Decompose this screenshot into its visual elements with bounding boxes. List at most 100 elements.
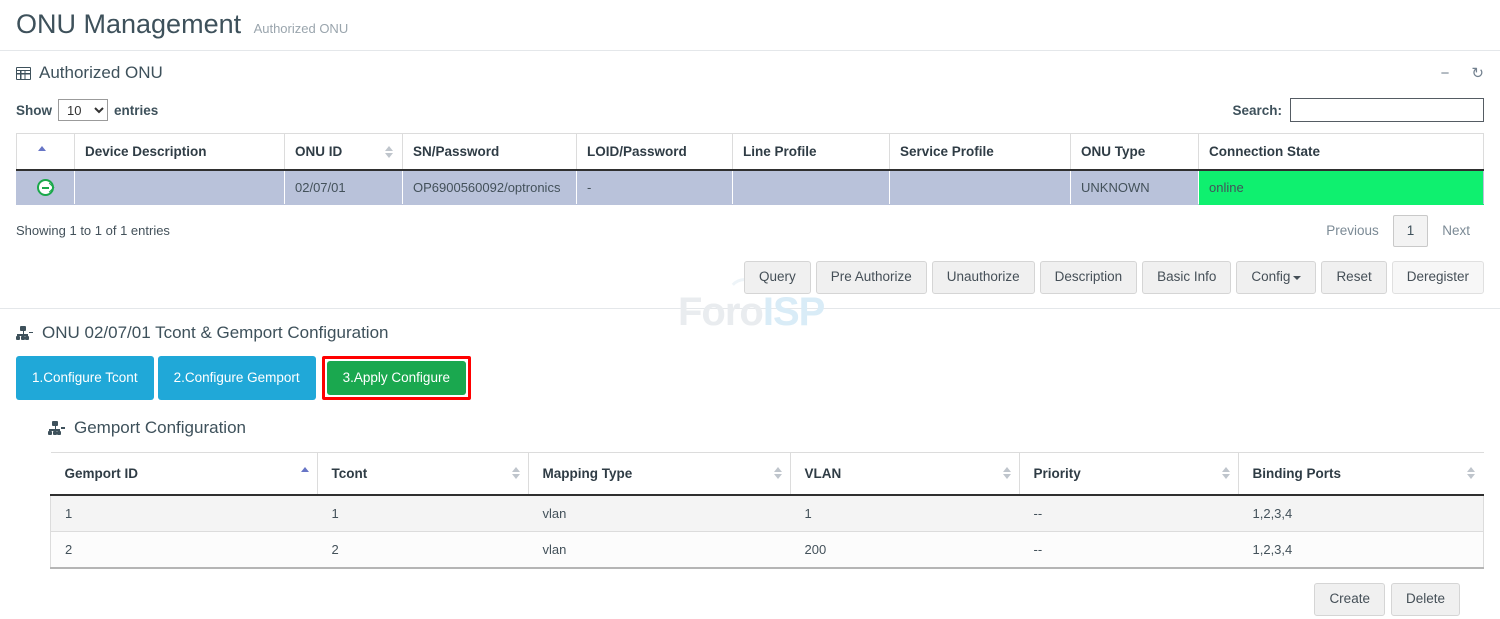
step-configure-tcont-button[interactable]: 1.Configure Tcont: [16, 356, 154, 400]
page-length-control: Show 102550100 entries: [16, 99, 158, 121]
gemport-table: Gemport ID Tcont Mapping Type VLAN Priority B…: [50, 452, 1484, 569]
delete-button-label: Delete: [1406, 591, 1445, 606]
gemport-cell-vlan: 200: [791, 531, 1020, 568]
cell-onu-id: 02/07/01: [285, 170, 403, 205]
datatable-info: Showing 1 to 1 of 1 entries: [16, 223, 170, 238]
panel-title: Authorized ONU: [16, 63, 163, 83]
gemport-row[interactable]: 22vlan200--1,2,3,4: [51, 531, 1484, 568]
basic-info-button-label: Basic Info: [1157, 269, 1216, 284]
deregister-button[interactable]: Deregister: [1392, 261, 1484, 294]
table-head: Device Description ONU ID SN/Password LO…: [17, 134, 1484, 170]
unauthorize-button[interactable]: Unauthorize: [932, 261, 1035, 294]
th-device-description-label: Device Description: [85, 144, 207, 159]
th-onu-type-label: ONU Type: [1081, 144, 1145, 159]
step-apply-configure-button[interactable]: 3.Apply Configure: [327, 361, 466, 395]
th-device-description[interactable]: Device Description: [75, 134, 285, 170]
sort-asc-icon: [38, 145, 46, 159]
gemport-table-body: 11vlan1--1,2,3,422vlan200--1,2,3,4: [51, 495, 1484, 568]
authorized-onu-table: Device Description ONU ID SN/Password LO…: [16, 133, 1484, 205]
gemport-cell-tcont: 2: [318, 531, 529, 568]
pre-authorize-button[interactable]: Pre Authorize: [816, 261, 927, 294]
panel-tools: − ↻: [1441, 66, 1484, 81]
config-button[interactable]: Config: [1236, 261, 1316, 294]
gemport-cell-tcont: 1: [318, 495, 529, 532]
create-button[interactable]: Create: [1314, 583, 1385, 616]
cell-expand[interactable]: [17, 170, 75, 205]
gemport-th-binding-ports[interactable]: Binding Ports: [1239, 453, 1484, 495]
refresh-icon[interactable]: ↻: [1471, 66, 1484, 81]
gemport-cell-mapping-type: vlan: [529, 531, 791, 568]
sort-both-icon: [385, 145, 393, 159]
table-grid-icon: [16, 67, 31, 80]
gemport-th-vlan[interactable]: VLAN: [791, 453, 1020, 495]
page-length-select[interactable]: 102550100: [58, 99, 108, 121]
gemport-card: Gemport Configuration Gemport ID Tcont Map…: [26, 418, 1484, 615]
th-connection-state-label: Connection State: [1209, 144, 1320, 159]
th-onu-id[interactable]: ONU ID: [285, 134, 403, 170]
page-subtitle: Authorized ONU: [254, 21, 349, 36]
gemport-card-title: Gemport Configuration: [74, 418, 246, 438]
entries-label: entries: [114, 103, 158, 118]
gemport-th-label: Tcont: [332, 466, 368, 481]
description-button[interactable]: Description: [1040, 261, 1138, 294]
tcont-section-header: ONU 02/07/01 Tcont & Gemport Configurati…: [0, 309, 1500, 343]
sort-both-icon: [1222, 466, 1230, 480]
th-line-profile[interactable]: Line Profile: [733, 134, 890, 170]
gemport-cell-binding-ports: 1,2,3,4: [1239, 495, 1484, 532]
th-line-profile-label: Line Profile: [743, 144, 817, 159]
sort-both-icon: [774, 466, 782, 480]
gemport-cell-gemport-id: 1: [51, 495, 318, 532]
gemport-cell-binding-ports: 1,2,3,4: [1239, 531, 1484, 568]
gemport-th-label: Binding Ports: [1253, 466, 1342, 481]
th-service-profile[interactable]: Service Profile: [890, 134, 1071, 170]
gemport-th-tcont[interactable]: Tcont: [318, 453, 529, 495]
pagination-page-1[interactable]: 1: [1393, 215, 1429, 247]
query-button-label: Query: [759, 269, 796, 284]
gemport-th-mapping-type[interactable]: Mapping Type: [529, 453, 791, 495]
description-button-label: Description: [1055, 269, 1123, 284]
pagination: Previous 1 Next: [1312, 215, 1484, 247]
pagination-previous[interactable]: Previous: [1312, 215, 1393, 247]
delete-button[interactable]: Delete: [1391, 583, 1460, 616]
table-row[interactable]: 02/07/01 OP6900560092/optronics - UNKNOW…: [17, 170, 1484, 205]
gemport-cell-vlan: 1: [791, 495, 1020, 532]
query-button[interactable]: Query: [744, 261, 811, 294]
cell-line-profile: [733, 170, 890, 205]
pagination-next[interactable]: Next: [1428, 215, 1484, 247]
sort-asc-icon: [301, 466, 309, 480]
basic-info-button[interactable]: Basic Info: [1142, 261, 1231, 294]
sitemap-icon: [48, 421, 65, 435]
deregister-button-label: Deregister: [1407, 269, 1469, 284]
search-label: Search:: [1232, 103, 1282, 118]
gemport-th-label: VLAN: [805, 466, 842, 481]
th-sn-password-label: SN/Password: [413, 144, 499, 159]
reset-button[interactable]: Reset: [1321, 261, 1386, 294]
apply-configure-highlight: 3.Apply Configure: [322, 356, 471, 400]
th-expand[interactable]: [17, 134, 75, 170]
gemport-th-gemport-id[interactable]: Gemport ID: [51, 453, 318, 495]
th-sn-password[interactable]: SN/Password: [403, 134, 577, 170]
search-input[interactable]: [1290, 98, 1484, 122]
th-onu-type[interactable]: ONU Type: [1071, 134, 1199, 170]
gemport-row[interactable]: 11vlan1--1,2,3,4: [51, 495, 1484, 532]
expand-plus-circle-icon[interactable]: [37, 179, 54, 196]
gemport-card-header: Gemport Configuration: [26, 418, 1484, 452]
datatable-footer: Showing 1 to 1 of 1 entries Previous 1 N…: [0, 205, 1500, 247]
gemport-th-label: Priority: [1034, 466, 1081, 481]
panel-title-label: Authorized ONU: [39, 63, 163, 83]
step-button-bar: 1.Configure Tcont 2.Configure Gemport 3.…: [0, 343, 1500, 400]
gemport-cell-priority: --: [1020, 531, 1239, 568]
show-label: Show: [16, 103, 52, 118]
page-header: ONU Management Authorized ONU: [0, 0, 1500, 50]
th-connection-state[interactable]: Connection State: [1199, 134, 1484, 170]
th-service-profile-label: Service Profile: [900, 144, 994, 159]
minimize-icon[interactable]: −: [1441, 66, 1450, 81]
cell-loid-password: -: [577, 170, 733, 205]
gemport-table-head: Gemport ID Tcont Mapping Type VLAN Priority B…: [51, 453, 1484, 495]
th-loid-password[interactable]: LOID/Password: [577, 134, 733, 170]
gemport-th-priority[interactable]: Priority: [1020, 453, 1239, 495]
page-title: ONU Management: [16, 8, 241, 40]
table-header-row: Device Description ONU ID SN/Password LO…: [17, 134, 1484, 170]
step-configure-gemport-button[interactable]: 2.Configure Gemport: [158, 356, 316, 400]
unauthorize-button-label: Unauthorize: [947, 269, 1020, 284]
